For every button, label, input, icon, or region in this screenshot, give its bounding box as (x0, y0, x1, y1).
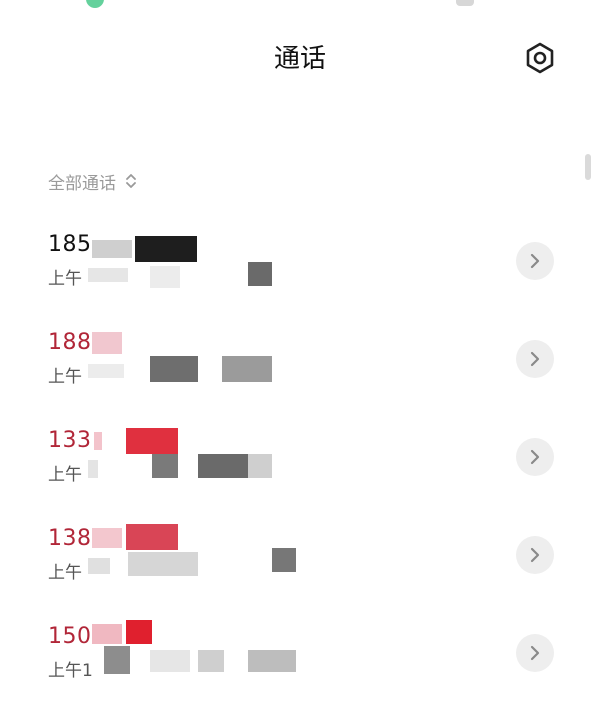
blurred-content (88, 268, 128, 282)
page-title: 通话 (273, 44, 326, 74)
blurred-content (104, 646, 130, 674)
gear-icon (526, 42, 554, 74)
settings-button[interactable] (520, 38, 560, 78)
call-time: 上午 (48, 465, 82, 485)
blurred-content (92, 528, 122, 548)
call-time: 上午 (48, 367, 82, 387)
call-time: 上午 (48, 563, 82, 583)
filter-label: 全部通话 (48, 173, 116, 194)
chevron-right-icon (530, 449, 540, 465)
call-details-button[interactable] (516, 340, 554, 378)
call-time: 上午1 (48, 661, 93, 681)
call-filter-dropdown[interactable]: 全部通话 (48, 168, 138, 194)
chevron-right-icon (530, 547, 540, 563)
status-battery-icon (456, 0, 474, 6)
blurred-content (88, 460, 98, 478)
caller-number: 150 (48, 624, 92, 649)
call-log-list: 185 上午 188 上午 133 上午 138 上午 150 上午1 (0, 220, 600, 710)
blurred-content (88, 364, 124, 378)
blurred-content (150, 266, 180, 288)
call-log-item[interactable]: 138 上午 (0, 514, 600, 612)
blurred-content (92, 624, 122, 644)
call-time: 上午 (48, 269, 82, 289)
caller-number: 188 (48, 330, 92, 355)
call-details-button[interactable] (516, 438, 554, 476)
caller-number: 185 (48, 232, 92, 257)
blurred-content (150, 356, 198, 382)
call-details-button[interactable] (516, 242, 554, 280)
blurred-content (92, 332, 122, 354)
blurred-content (272, 548, 296, 572)
call-details-button[interactable] (516, 634, 554, 672)
chevron-right-icon (530, 253, 540, 269)
blurred-content (128, 552, 198, 576)
blurred-content (126, 524, 178, 550)
call-log-item[interactable]: 150 上午1 (0, 612, 600, 710)
blurred-content (198, 650, 224, 672)
scrollbar[interactable] (585, 154, 591, 180)
blurred-content (248, 454, 272, 478)
header: 通话 (0, 28, 600, 88)
call-log-item[interactable]: 133 上午 (0, 416, 600, 514)
blurred-content (198, 454, 248, 478)
blurred-content (152, 454, 178, 478)
blurred-content (88, 558, 110, 574)
blurred-content (94, 432, 102, 450)
blurred-content (92, 240, 132, 258)
blurred-content (248, 262, 272, 286)
blurred-content (222, 356, 272, 382)
blurred-content (126, 620, 152, 644)
chevron-up-down-icon (126, 174, 136, 188)
call-log-item[interactable]: 188 上午 (0, 318, 600, 416)
blurred-content (126, 428, 178, 454)
blurred-content (248, 650, 296, 672)
call-details-button[interactable] (516, 536, 554, 574)
status-bar (0, 0, 600, 16)
blurred-content (150, 650, 190, 672)
caller-number: 133 (48, 428, 92, 453)
status-indicator-icon (86, 0, 104, 8)
chevron-right-icon (530, 351, 540, 367)
blurred-content (135, 236, 197, 262)
caller-number: 138 (48, 526, 92, 551)
call-log-item[interactable]: 185 上午 (0, 220, 600, 318)
chevron-right-icon (530, 645, 540, 661)
